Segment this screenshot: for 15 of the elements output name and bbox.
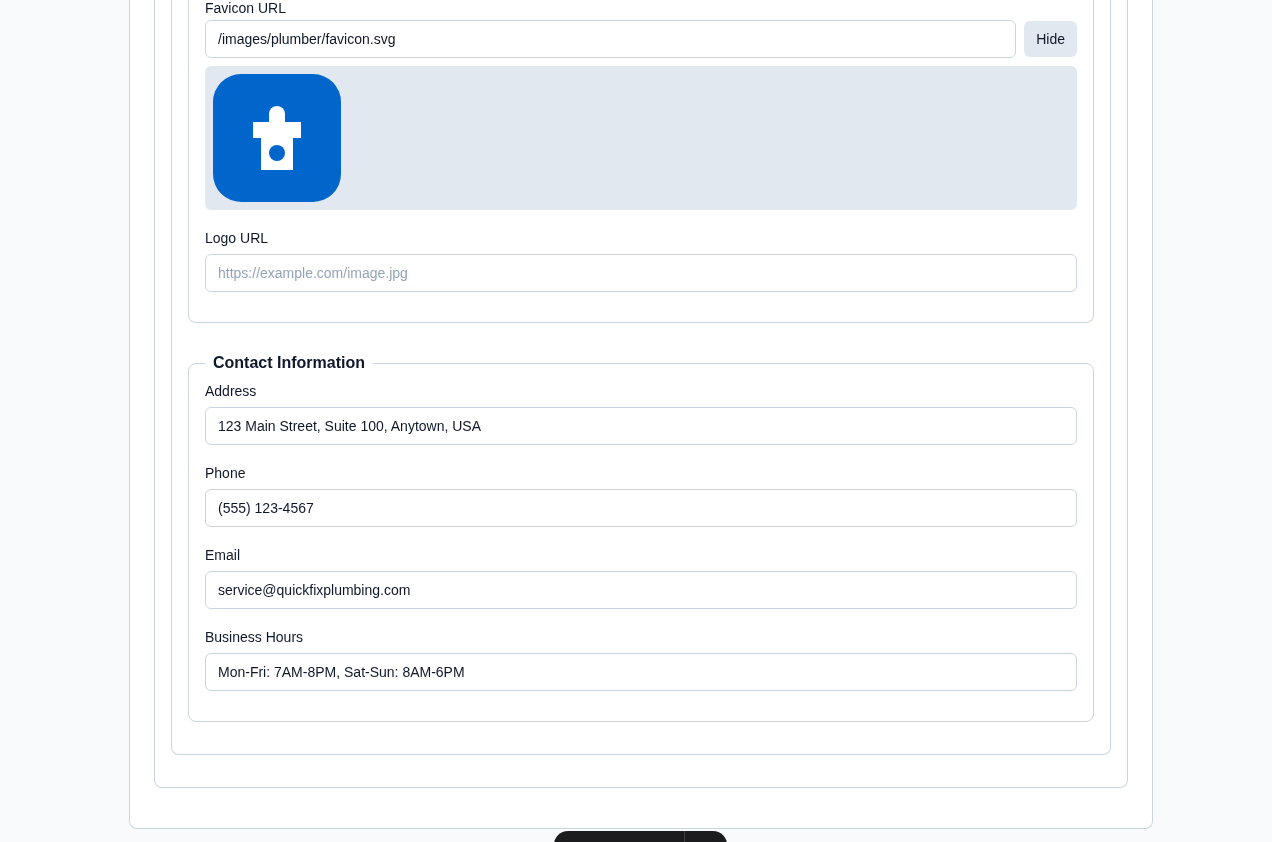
field-label: Address xyxy=(205,382,258,401)
hide-button[interactable]: Hide xyxy=(1024,21,1077,57)
section-legend: Contact Information xyxy=(205,351,373,375)
input-field[interactable]: Mon-Fri: 7AM-8PM, Sat-Sun: 8AM-6PM xyxy=(205,653,1077,691)
input-field[interactable]: service@quickfixplumbing.com xyxy=(205,571,1077,609)
field-label: Favicon URL xyxy=(205,0,287,16)
favicon-image-icon xyxy=(213,74,341,202)
field-label: Phone xyxy=(205,464,247,483)
field-label: Business Hours xyxy=(205,628,305,647)
input-field[interactable]: (555) 123-4567 xyxy=(205,489,1077,527)
input-field[interactable]: https://example.com/image.jpg xyxy=(205,254,1077,292)
field-label: Logo URL xyxy=(205,229,270,248)
input-field[interactable]: /images/plumber/favicon.svg xyxy=(205,20,1017,58)
field-label: Email xyxy=(205,546,241,565)
input-field[interactable]: 123 Main Street, Suite 100, Anytown, USA xyxy=(205,407,1077,445)
